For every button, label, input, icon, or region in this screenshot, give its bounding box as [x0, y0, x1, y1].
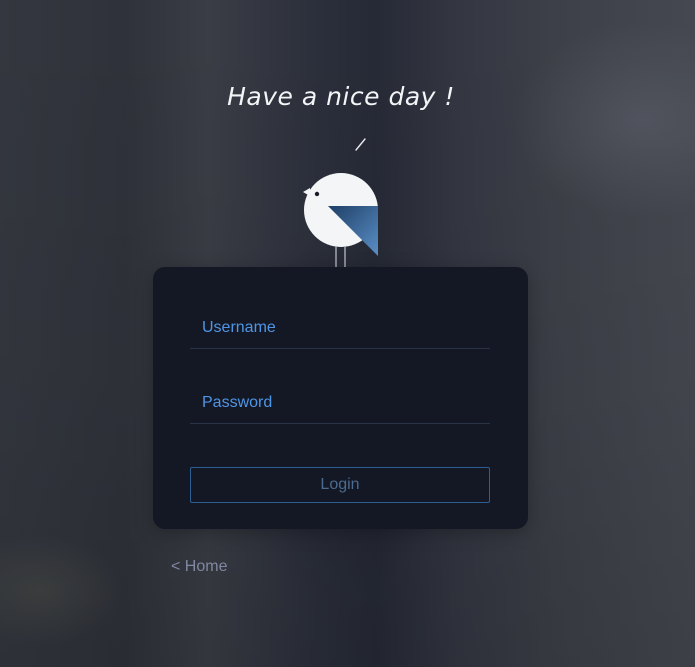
login-button[interactable]: Login [190, 467, 490, 503]
password-input[interactable] [190, 383, 490, 423]
bird-icon [303, 173, 378, 274]
home-link[interactable]: < Home [171, 558, 227, 576]
login-card: Login [153, 267, 528, 529]
username-field-wrapper [190, 308, 490, 349]
greeting-text: Have a nice day ! [227, 82, 455, 111]
password-field-wrapper [190, 383, 490, 424]
username-input[interactable] [190, 308, 490, 348]
speech-mark-icon [355, 138, 366, 151]
